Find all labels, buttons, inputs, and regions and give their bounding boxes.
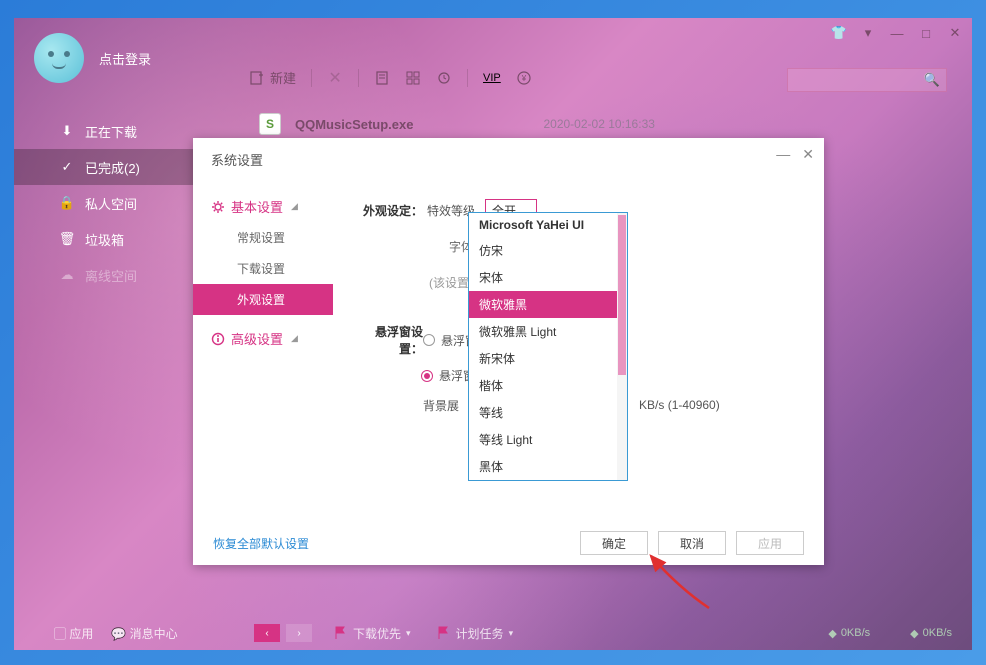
delete-icon[interactable]: ✕ xyxy=(327,70,343,86)
info-icon xyxy=(211,332,225,346)
float-radio-1[interactable] xyxy=(423,334,435,346)
nav-advanced[interactable]: 高级设置 ◢ xyxy=(193,323,333,354)
download-icon: ⬇ xyxy=(59,123,75,139)
nav-general[interactable]: 常规设置 xyxy=(193,222,333,253)
dropdown-icon[interactable]: ▾ xyxy=(861,26,875,40)
float-radio-2[interactable] xyxy=(421,370,433,382)
next-page[interactable]: › xyxy=(286,624,312,642)
gear-icon xyxy=(211,200,225,214)
prev-page[interactable]: ‹ xyxy=(254,624,280,642)
upload-speed: ◆ 0KB/s xyxy=(910,627,952,640)
sidebar-label: 垃圾箱 xyxy=(85,230,124,249)
new-label: 新建 xyxy=(270,68,296,87)
document-icon[interactable] xyxy=(374,70,390,86)
dropdown-item[interactable]: 黑体 xyxy=(469,453,627,480)
font-dropdown: Microsoft YaHei UI 仿宋 宋体 微软雅黑 微软雅黑 Light… xyxy=(468,212,628,481)
separator xyxy=(358,69,359,87)
shirt-icon[interactable]: 👕 xyxy=(832,26,846,40)
file-row[interactable]: S QQMusicSetup.exe 2020-02-02 10:16:33 xyxy=(259,113,655,135)
new-icon xyxy=(249,70,265,86)
reset-link[interactable]: 恢复全部默认设置 xyxy=(213,535,309,552)
window-titlebar: 👕 ▾ — □ ✕ xyxy=(832,18,972,48)
dialog-minimize[interactable]: — xyxy=(776,146,790,163)
appearance-label: 外观设定： xyxy=(353,202,423,219)
login-text[interactable]: 点击登录 xyxy=(99,49,151,68)
cancel-button[interactable]: 取消 xyxy=(658,531,726,555)
flag-icon xyxy=(334,626,348,640)
plan-task[interactable]: 计划任务 ▾ xyxy=(437,625,514,642)
expand-icon: ◢ xyxy=(291,333,298,344)
currency-icon[interactable]: ¥ xyxy=(516,70,532,86)
dropdown-item[interactable]: 宋体 xyxy=(469,264,627,291)
dropdown-item[interactable]: Microsoft YaHei UI xyxy=(469,213,627,237)
exe-icon: S xyxy=(259,113,281,135)
check-icon: ✓ xyxy=(59,159,75,175)
close-icon[interactable]: ✕ xyxy=(948,26,962,40)
file-date: 2020-02-02 10:16:33 xyxy=(543,117,654,131)
dropdown-item[interactable]: 楷体 xyxy=(469,372,627,399)
refresh-icon[interactable] xyxy=(436,70,452,86)
main-window: 👕 ▾ — □ ✕ 点击登录 新建 ✕ VIP ¥ 🔍 ⬇ 正在下载 ✓ xyxy=(14,18,972,650)
apply-button[interactable]: 应用 xyxy=(736,531,804,555)
trash-icon: 🗑 xyxy=(59,231,75,247)
search-input[interactable]: 🔍 xyxy=(787,68,947,92)
dialog-footer: 恢复全部默认设置 确定 取消 应用 xyxy=(193,521,824,565)
sidebar-label: 私人空间 xyxy=(85,194,137,213)
download-priority[interactable]: 下载优先 ▾ xyxy=(334,625,411,642)
grid-icon[interactable] xyxy=(405,70,421,86)
sidebar-label: 已完成(2) xyxy=(85,158,140,177)
dialog-title: 系统设置 xyxy=(193,138,824,181)
separator xyxy=(467,69,468,87)
dropdown-item[interactable]: 等线 xyxy=(469,399,627,426)
dialog-nav: 基本设置 ◢ 常规设置 下载设置 外观设置 高级设置 ◢ xyxy=(193,181,333,526)
search-icon: 🔍 xyxy=(924,72,940,88)
dropdown-item[interactable]: 微软雅黑 Light xyxy=(469,318,627,345)
ok-button[interactable]: 确定 xyxy=(580,531,648,555)
separator xyxy=(311,69,312,87)
download-speed: ◆ 0KB/s xyxy=(828,627,870,640)
vip-icon[interactable]: VIP xyxy=(483,70,501,86)
nav-appearance[interactable]: 外观设置 xyxy=(193,284,333,315)
dropdown-item[interactable]: 新宋体 xyxy=(469,345,627,372)
dropdown-item[interactable]: 等线 Light xyxy=(469,426,627,453)
svg-text:¥: ¥ xyxy=(521,74,527,83)
cloud-icon: ☁ xyxy=(59,267,75,283)
bg-label: 背景展 xyxy=(423,397,459,414)
scrollbar[interactable] xyxy=(617,213,627,480)
speed-suffix: KB/s (1-40960) xyxy=(639,398,720,412)
sidebar-label: 正在下载 xyxy=(85,122,137,141)
sidebar-label: 离线空间 xyxy=(85,266,137,285)
avatar[interactable] xyxy=(34,33,84,83)
dropdown-item[interactable]: 微软雅黑 xyxy=(469,291,627,318)
dropdown-item[interactable]: 仿宋 xyxy=(469,237,627,264)
minimize-icon[interactable]: — xyxy=(890,26,904,40)
float-label: 悬浮窗设置： xyxy=(353,323,423,357)
new-button[interactable]: 新建 xyxy=(249,68,296,87)
maximize-icon[interactable]: □ xyxy=(919,26,933,40)
lock-icon: 🔒 xyxy=(59,195,75,211)
nav-download[interactable]: 下载设置 xyxy=(193,253,333,284)
expand-icon: ◢ xyxy=(291,201,298,212)
toolbar: 新建 ✕ VIP ¥ xyxy=(249,68,532,87)
status-bar: ▢ 应用 💬 消息中心 ‹ › 下载优先 ▾ 计划任务 ▾ ◆ 0KB/s ◆ … xyxy=(14,616,972,650)
msg-button[interactable]: 💬 消息中心 xyxy=(111,625,177,642)
app-button[interactable]: ▢ 应用 xyxy=(54,625,93,642)
nav-basic[interactable]: 基本设置 ◢ xyxy=(193,191,333,222)
file-name: QQMusicSetup.exe xyxy=(295,117,413,132)
flag-icon xyxy=(437,626,451,640)
dialog-close[interactable]: ✕ xyxy=(802,146,814,163)
